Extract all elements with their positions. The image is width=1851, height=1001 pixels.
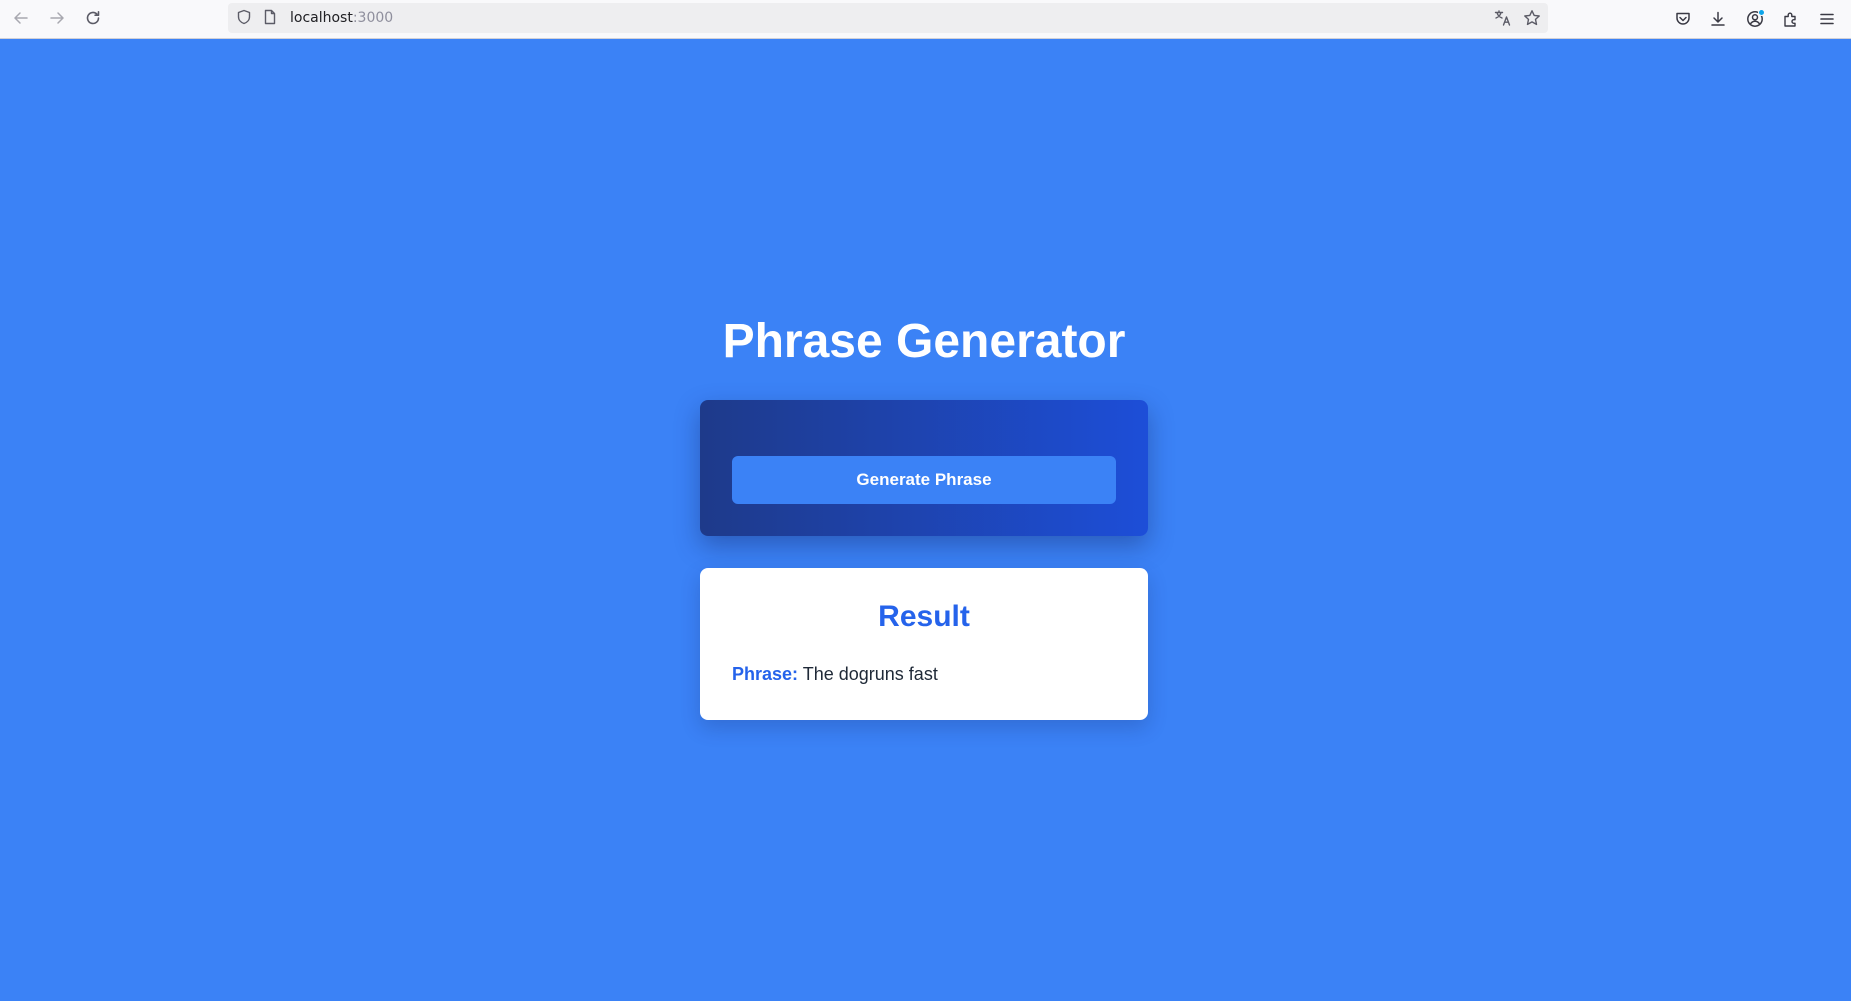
back-button[interactable] (7, 6, 35, 30)
forward-button[interactable] (43, 6, 71, 30)
browser-toolbar: localhost:3000 (0, 0, 1851, 39)
forward-arrow-icon (50, 12, 64, 24)
phrase-value: The dogruns fast (802, 664, 938, 684)
generator-card: Generate Phrase (700, 400, 1148, 536)
account-icon[interactable] (1743, 7, 1767, 31)
page-icon[interactable] (262, 9, 278, 25)
url-host: localhost (290, 10, 353, 26)
shield-icon[interactable] (236, 9, 252, 25)
result-card: Result Phrase: The dogruns fast (700, 568, 1148, 720)
download-icon[interactable] (1706, 7, 1730, 31)
page-title: Phrase Generator (722, 315, 1126, 368)
phrase-label: Phrase: (732, 664, 799, 684)
url-port: :3000 (352, 10, 394, 26)
notification-dot (1758, 9, 1765, 16)
menu-icon[interactable] (1815, 7, 1839, 31)
extensions-icon[interactable] (1779, 7, 1803, 31)
result-phrase: Phrase: The dogruns fast (732, 664, 938, 685)
result-heading: Result (878, 600, 970, 633)
url-text[interactable]: localhost:3000 (290, 10, 393, 26)
bookmark-star-icon[interactable] (1523, 9, 1541, 27)
reload-icon (86, 11, 100, 25)
reload-button[interactable] (79, 6, 107, 30)
address-bar[interactable]: localhost:3000 (228, 3, 1548, 33)
back-arrow-icon (14, 12, 28, 24)
generate-phrase-button[interactable]: Generate Phrase (732, 456, 1116, 504)
translate-icon[interactable] (1494, 9, 1512, 27)
pocket-icon[interactable] (1671, 7, 1695, 31)
